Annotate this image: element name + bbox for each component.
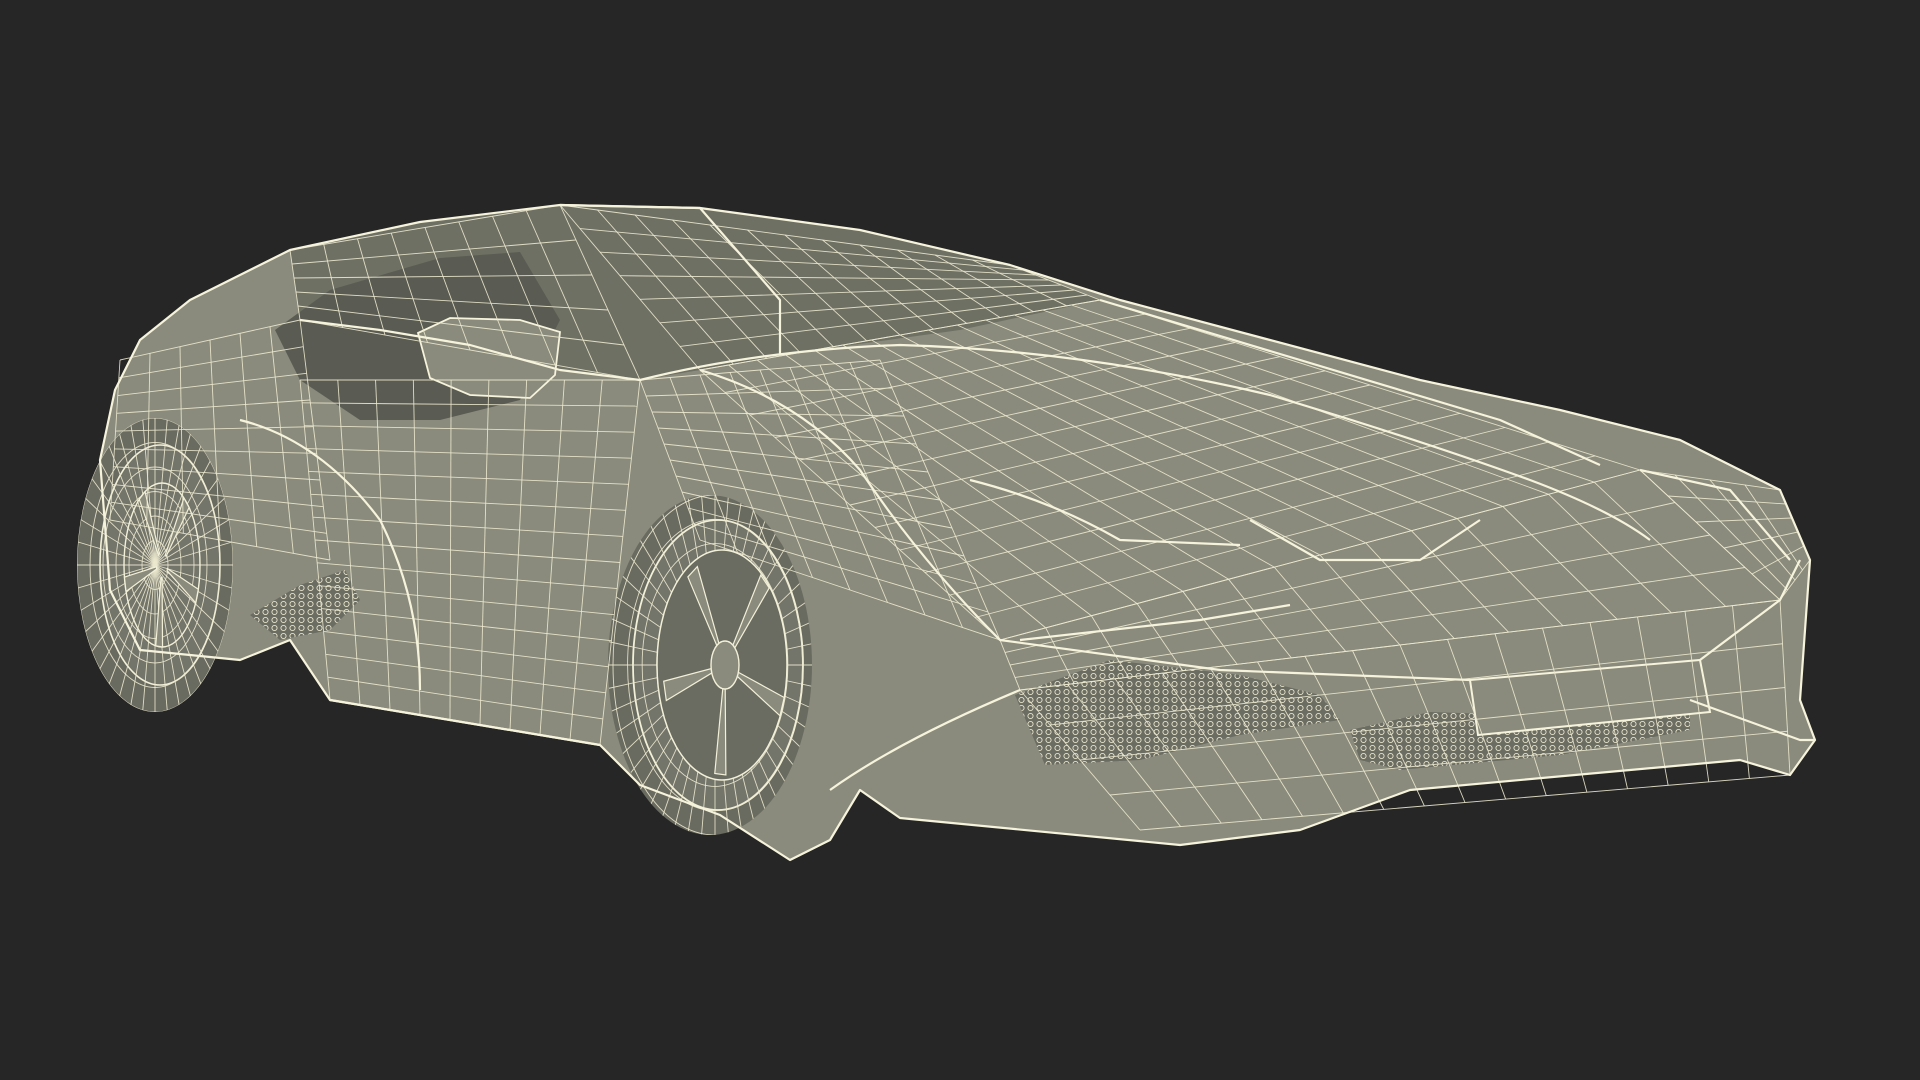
car-body: [100, 205, 1815, 860]
car-wireframe-render: [77, 203, 1817, 862]
render-viewport: [0, 0, 1920, 1080]
